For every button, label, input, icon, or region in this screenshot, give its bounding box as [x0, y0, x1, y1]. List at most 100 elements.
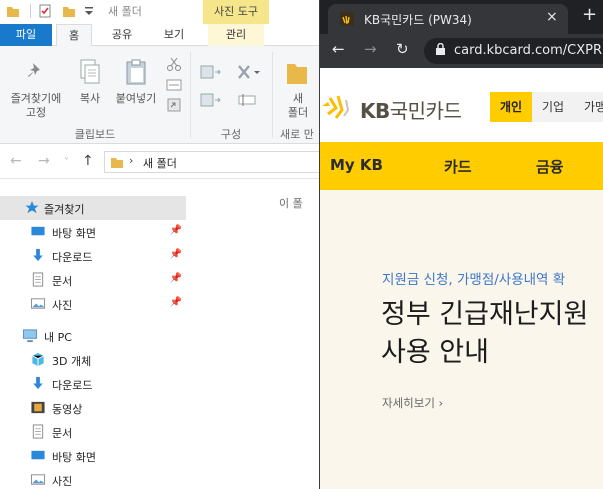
nav-documents[interactable]: 문서 📌	[0, 268, 186, 292]
properties-icon[interactable]	[38, 4, 52, 18]
cube-icon	[32, 352, 44, 367]
ribbon-tabs: 파일 홈 공유 보기 관리	[0, 24, 320, 47]
kb-favicon-icon	[340, 12, 354, 26]
paste-shortcut-icon[interactable]	[166, 98, 182, 112]
nav-3d-objects[interactable]: 3D 개체	[0, 348, 186, 372]
segment-business[interactable]: 기업	[532, 92, 574, 122]
nav-label: 다운로드	[52, 379, 93, 392]
kb-star-icon	[342, 15, 350, 25]
kb-logo[interactable]: KB국민카드	[360, 95, 462, 124]
tab-file[interactable]: 파일	[0, 24, 52, 46]
nav-documents-pc[interactable]: 문서	[0, 420, 186, 444]
nav-downloads-pc[interactable]: 다운로드	[0, 372, 186, 396]
segment-personal[interactable]: 개인	[490, 92, 532, 122]
clipboard-group-label: 클립보드	[74, 128, 116, 141]
picture-tools-group: 사진 도구	[203, 0, 269, 24]
kb-main-nav: My KB 카드 금융	[320, 142, 603, 190]
tab-manage[interactable]: 관리	[208, 24, 264, 46]
nav-downloads[interactable]: 다운로드 📌	[0, 244, 186, 268]
nav-card[interactable]: 카드	[444, 156, 472, 177]
nav-pictures-pc[interactable]: 사진	[0, 468, 186, 489]
tab-share[interactable]: 공유	[104, 24, 140, 46]
delete-icon[interactable]	[236, 64, 262, 80]
nav-label: 동영상	[52, 403, 83, 416]
pin-icon: 📌	[169, 273, 182, 284]
nav-label: 문서	[52, 275, 73, 288]
nav-label: 즐겨찾기	[44, 203, 85, 216]
back-button[interactable]: ←	[332, 40, 345, 58]
paste-button[interactable]: 붙여넣기	[110, 56, 162, 122]
back-button[interactable]: ←	[10, 153, 22, 169]
recent-locations-button[interactable]: ˅	[64, 157, 69, 168]
rename-icon[interactable]	[238, 92, 256, 108]
copy-to-icon[interactable]	[200, 92, 222, 108]
move-to-icon[interactable]	[200, 64, 222, 80]
folder-icon	[7, 7, 19, 17]
reload-button[interactable]: ↻	[396, 40, 409, 58]
copy-path-icon[interactable]	[166, 78, 182, 92]
paste-label: 붙여넣기	[115, 92, 157, 105]
film-icon	[31, 401, 45, 414]
ribbon: 즐겨찾기에 고정 복사 붙여넣기 클립보드 구성 새 폴더 새로 만	[0, 46, 320, 144]
breadcrumb[interactable]: 새 폴더	[143, 155, 177, 171]
browser-window: KB국민카드 (PW34) × + ← → ↻ card.kbcard.com/…	[319, 0, 603, 489]
kb-header: KB국민카드 개인 기업 가맹	[320, 68, 603, 142]
copy-label: 복사	[79, 92, 101, 105]
segment-merchant[interactable]: 가맹	[574, 92, 603, 122]
document-icon	[32, 424, 44, 439]
copy-button[interactable]: 복사	[72, 56, 108, 122]
pin-icon	[28, 63, 40, 77]
tab-home[interactable]: 홈	[56, 24, 92, 47]
tab-view[interactable]: 보기	[156, 24, 192, 46]
empty-folder-message: 이 폴	[279, 197, 303, 210]
nav-label: 다운로드	[52, 251, 93, 264]
up-button[interactable]: ↑	[82, 153, 94, 169]
learn-more-link[interactable]: 자세히보기 ›	[382, 395, 443, 411]
address-box[interactable]: › 새 폴더	[104, 151, 320, 173]
file-list-area[interactable]: 이 폴	[186, 180, 320, 489]
lock-icon	[436, 43, 445, 55]
breadcrumb-separator: ›	[129, 154, 134, 167]
nav-desktop[interactable]: 바탕 화면 📌	[0, 220, 186, 244]
new-folder-icon[interactable]	[62, 4, 76, 18]
navigation-pane: 즐겨찾기 바탕 화면 📌 다운로드 📌 문서 📌 사진 📌 내 PC 3D 개체…	[0, 180, 186, 489]
nav-finance[interactable]: 금융	[536, 156, 564, 177]
nav-label: 바탕 화면	[52, 227, 96, 240]
pin-label: 즐겨찾기에 고정	[10, 92, 62, 119]
hero-subtitle: 지원금 신청, 가맹점/사용내역 확	[382, 272, 566, 288]
file-explorer-window: 새 폴더 사진 도구 파일 홈 공유 보기 관리 즐겨찾기에 고정 복사 붙여넣…	[0, 0, 320, 489]
new-tab-button[interactable]: +	[582, 4, 597, 25]
download-icon	[33, 248, 43, 262]
nav-my-kb[interactable]: My KB	[330, 156, 383, 174]
nav-label: 3D 개체	[52, 355, 92, 368]
copy-icon	[80, 59, 100, 84]
forward-button[interactable]: →	[364, 40, 377, 58]
tab-strip: KB국민카드 (PW34) × +	[320, 0, 603, 34]
divider	[272, 52, 273, 138]
computer-icon	[22, 329, 38, 343]
cut-icon[interactable]	[166, 56, 182, 72]
divider	[190, 52, 191, 138]
close-tab-icon[interactable]: ×	[546, 9, 558, 25]
divider	[30, 4, 31, 18]
new-folder-button[interactable]: 새 폴더	[278, 56, 318, 122]
hero-title-line1: 정부 긴급재난지원	[381, 299, 589, 330]
nav-this-pc[interactable]: 내 PC	[0, 324, 186, 348]
nav-videos[interactable]: 동영상	[0, 396, 186, 420]
nav-desktop-pc[interactable]: 바탕 화면	[0, 444, 186, 468]
hero-title: 정부 긴급재난지원 사용 안내	[381, 296, 588, 372]
logo-kb: KB	[360, 99, 390, 123]
forward-button[interactable]: →	[38, 153, 50, 169]
customize-quick-access-icon[interactable]	[82, 4, 96, 18]
kb-star-logo-icon[interactable]	[320, 92, 360, 122]
nav-pictures[interactable]: 사진 📌	[0, 292, 186, 316]
nav-quick-access[interactable]: 즐겨찾기	[0, 196, 186, 220]
download-icon	[33, 376, 43, 390]
pin-to-quick-access-button[interactable]: 즐겨찾기에 고정	[2, 56, 68, 122]
address-bar[interactable]: card.kbcard.com/CXPR	[424, 38, 603, 64]
folder-icon	[111, 158, 123, 168]
browser-tab[interactable]: KB국민카드 (PW34) ×	[328, 4, 568, 34]
nav-label: 사진	[52, 475, 73, 488]
address-bar-row: ← → ˅ ↑ › 새 폴더	[0, 145, 320, 179]
hero-banner: 지원금 신청, 가맹점/사용내역 확 정부 긴급재난지원 사용 안내 자세히보기…	[320, 190, 603, 489]
